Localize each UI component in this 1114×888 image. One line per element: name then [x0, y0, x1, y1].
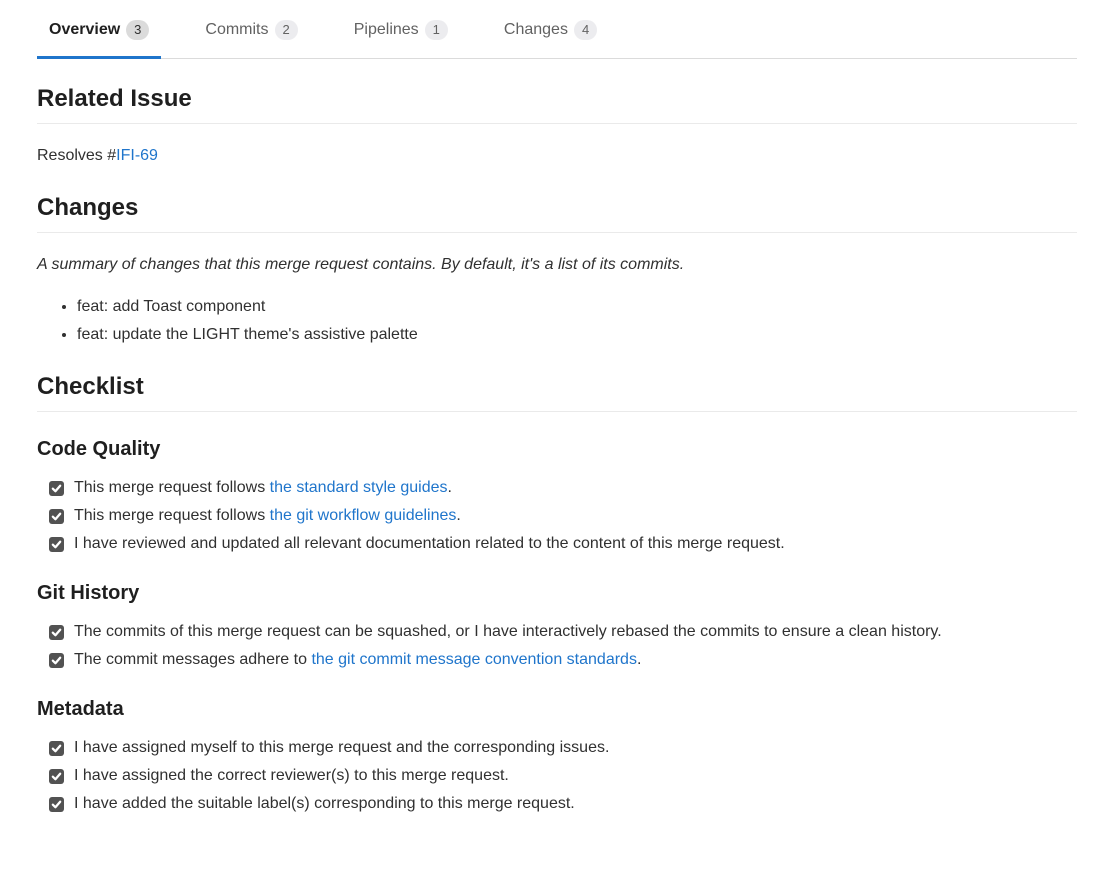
- tab-badge: 1: [425, 20, 448, 40]
- checklist-item: I have assigned myself to this merge req…: [49, 736, 1077, 760]
- checkbox-checked-icon[interactable]: [49, 769, 64, 784]
- tab-badge: 2: [275, 20, 298, 40]
- checkbox-checked-icon[interactable]: [49, 797, 64, 812]
- tab-changes[interactable]: Changes 4: [492, 18, 609, 59]
- checkbox-checked-icon[interactable]: [49, 625, 64, 640]
- checklist-text-part: I have reviewed and updated all relevant…: [74, 535, 785, 552]
- checklist-text-part: I have assigned myself to this merge req…: [74, 739, 609, 756]
- tab-label: Pipelines: [354, 18, 419, 42]
- tab-badge: 4: [574, 20, 597, 40]
- checklist-group-heading: Code Quality: [37, 434, 1077, 464]
- checkbox-checked-icon[interactable]: [49, 741, 64, 756]
- checklist-item: The commit messages adhere to the git co…: [49, 648, 1077, 672]
- checkbox-checked-icon[interactable]: [49, 653, 64, 668]
- commit-item: feat: add Toast component: [77, 295, 1077, 319]
- heading-related-issue: Related Issue: [37, 81, 1077, 124]
- checklist-text-part: The commit messages adhere to: [74, 651, 311, 668]
- checklist-list: The commits of this merge request can be…: [37, 620, 1077, 672]
- checklist-link[interactable]: the git workflow guidelines: [270, 507, 457, 524]
- heading-checklist: Checklist: [37, 369, 1077, 412]
- checklist-text-part: This merge request follows: [74, 479, 270, 496]
- checklist-text-part: I have assigned the correct reviewer(s) …: [74, 767, 509, 784]
- resolves-line: Resolves #IFI-69: [37, 144, 1077, 168]
- checklist-text-part: I have added the suitable label(s) corre…: [74, 795, 575, 812]
- changes-summary: A summary of changes that this merge req…: [37, 253, 1077, 277]
- checklist-item-text: This merge request follows the standard …: [74, 476, 1077, 500]
- checkbox-checked-icon[interactable]: [49, 481, 64, 496]
- resolves-prefix: Resolves #: [37, 147, 116, 164]
- mr-tabs: Overview 3 Commits 2 Pipelines 1 Changes 4: [37, 0, 1077, 59]
- checklist-text-part: .: [448, 479, 452, 496]
- checklist-item-text: I have reviewed and updated all relevant…: [74, 532, 1077, 556]
- tab-badge: 3: [126, 20, 149, 40]
- checklist-item: The commits of this merge request can be…: [49, 620, 1077, 644]
- checklist-list: This merge request follows the standard …: [37, 476, 1077, 556]
- checklist-group-heading: Metadata: [37, 694, 1077, 724]
- checklist-item: This merge request follows the standard …: [49, 476, 1077, 500]
- commit-item: feat: update the LIGHT theme's assistive…: [77, 323, 1077, 347]
- checklist-item-text: I have assigned myself to this merge req…: [74, 736, 1077, 760]
- checklist-text-part: The commits of this merge request can be…: [74, 623, 942, 640]
- tab-label: Commits: [205, 18, 268, 42]
- checklist-text-part: .: [456, 507, 460, 524]
- checklist-item: I have reviewed and updated all relevant…: [49, 532, 1077, 556]
- tab-overview[interactable]: Overview 3: [37, 18, 161, 59]
- checkbox-checked-icon[interactable]: [49, 537, 64, 552]
- checklist-link[interactable]: the standard style guides: [270, 479, 448, 496]
- tab-label: Changes: [504, 18, 568, 42]
- checklist-item-text: I have added the suitable label(s) corre…: [74, 792, 1077, 816]
- checklist-item-text: The commits of this merge request can be…: [74, 620, 1077, 644]
- tab-pipelines[interactable]: Pipelines 1: [342, 18, 460, 59]
- checklist-item: I have added the suitable label(s) corre…: [49, 792, 1077, 816]
- checklist-text-part: .: [637, 651, 641, 668]
- checklist-item: This merge request follows the git workf…: [49, 504, 1077, 528]
- issue-link[interactable]: IFI-69: [116, 147, 158, 164]
- checklist-item-text: I have assigned the correct reviewer(s) …: [74, 764, 1077, 788]
- checklist-text-part: This merge request follows: [74, 507, 270, 524]
- heading-changes: Changes: [37, 190, 1077, 233]
- checklist-item-text: This merge request follows the git workf…: [74, 504, 1077, 528]
- checklist-item: I have assigned the correct reviewer(s) …: [49, 764, 1077, 788]
- commit-list: feat: add Toast component feat: update th…: [37, 295, 1077, 347]
- checklist-item-text: The commit messages adhere to the git co…: [74, 648, 1077, 672]
- tab-commits[interactable]: Commits 2: [193, 18, 309, 59]
- checklist-list: I have assigned myself to this merge req…: [37, 736, 1077, 816]
- tab-label: Overview: [49, 18, 120, 42]
- checkbox-checked-icon[interactable]: [49, 509, 64, 524]
- checklist-link[interactable]: the git commit message convention standa…: [311, 651, 637, 668]
- checklist-group-heading: Git History: [37, 578, 1077, 608]
